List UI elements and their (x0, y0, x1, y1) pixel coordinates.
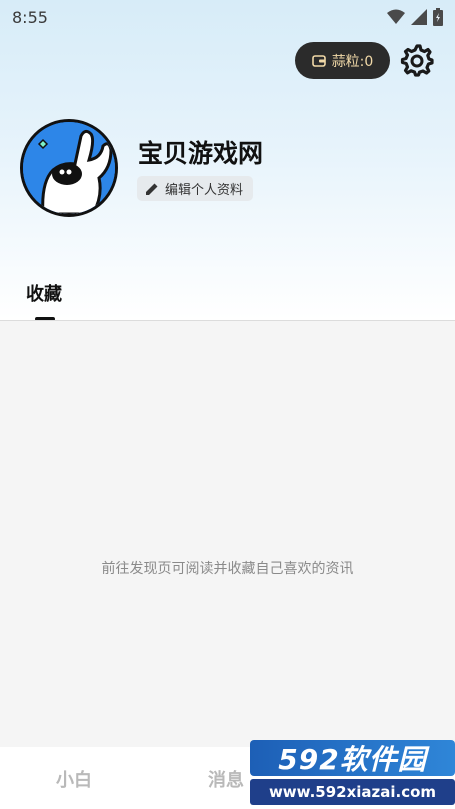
nav-item-home[interactable]: 小白 (56, 766, 92, 792)
empty-state-message: 前往发现页可阅读并收藏自己喜欢的资讯 (101, 561, 354, 577)
username: 宝贝游戏网 (138, 139, 264, 168)
wallet-label: 蒜粒:0 (331, 53, 374, 70)
signal-icon (411, 9, 427, 25)
wallet-button[interactable]: 蒜粒:0 (295, 42, 390, 79)
nav-item-messages[interactable]: 消息 (208, 766, 244, 792)
wifi-icon (387, 9, 405, 24)
edit-profile-button[interactable]: 编辑个人资料 (137, 176, 254, 201)
pencil-icon (146, 183, 158, 195)
avatar[interactable] (20, 119, 118, 217)
edit-profile-label: 编辑个人资料 (165, 183, 244, 198)
watermark-brand: 592软件园 (250, 740, 455, 776)
battery-icon (433, 8, 443, 26)
status-time: 8:55 (12, 7, 48, 27)
status-bar: 8:55 (0, 0, 455, 34)
tab-divider (0, 320, 455, 321)
status-icons (387, 8, 443, 26)
tab-favorites[interactable]: 收藏 (26, 280, 62, 306)
avatar-illustration (23, 122, 115, 214)
watermark-url: www.592xiazai.com (250, 779, 455, 805)
watermark-logo: 592软件园 www.592xiazai.com (250, 732, 455, 809)
gear-icon[interactable] (400, 44, 434, 78)
wallet-icon (311, 54, 326, 67)
